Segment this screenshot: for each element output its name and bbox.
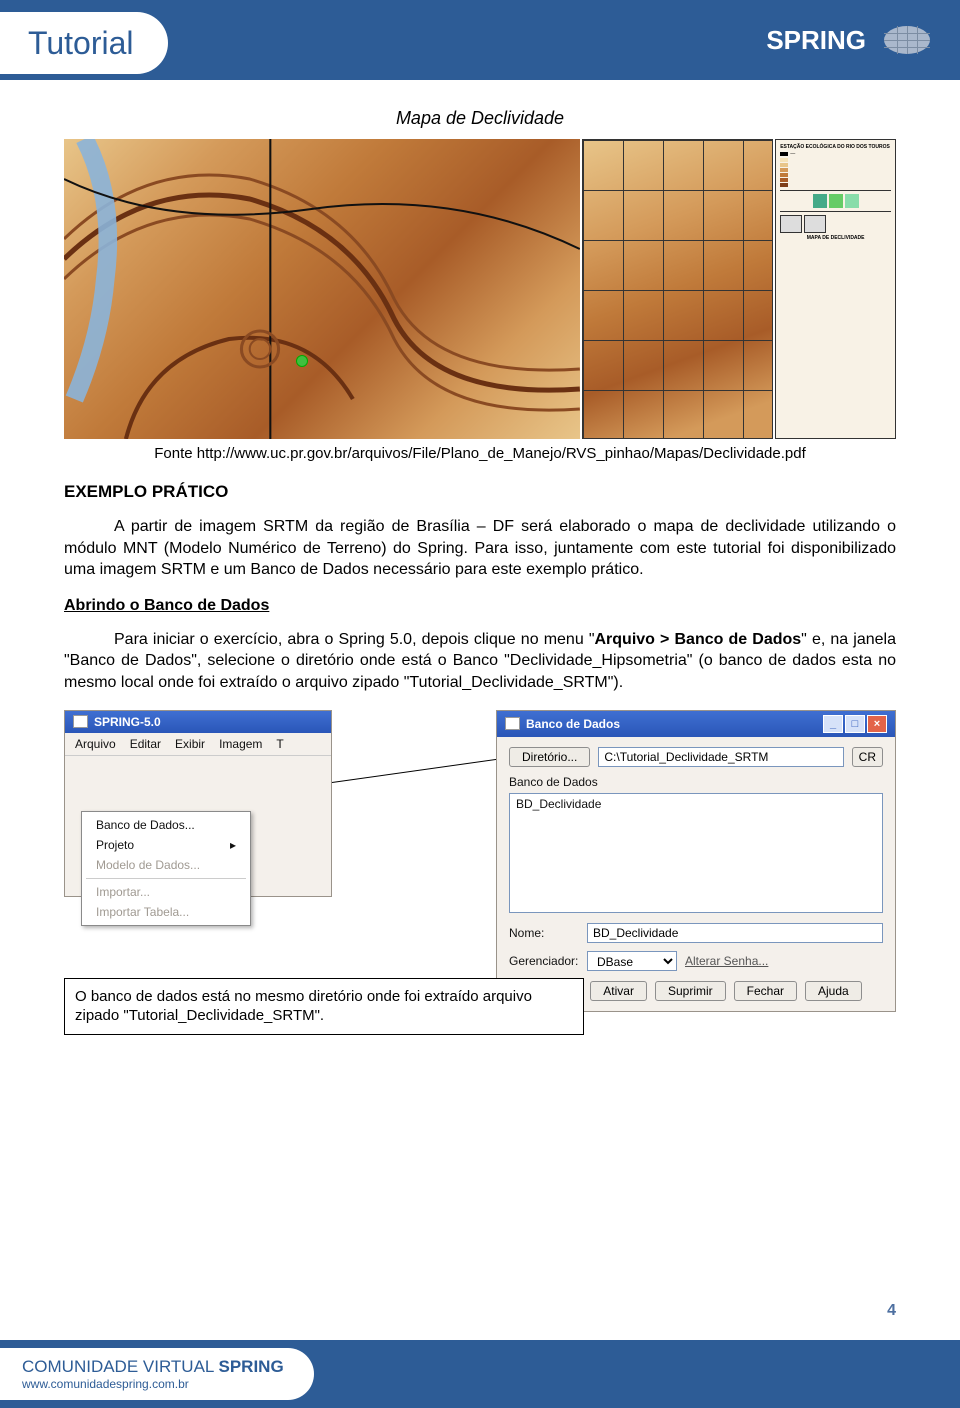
menu-exibir[interactable]: Exibir (175, 737, 205, 751)
map-overview-panel (582, 139, 773, 439)
bd-list-item[interactable]: BD_Declividade (516, 797, 876, 811)
close-icon[interactable]: × (867, 715, 887, 733)
page-content: Mapa de Declividade ESTAÇÃO ECOLÓGICA DO… (0, 80, 960, 1110)
dialog-body: Diretório... CR Banco de Dados BD_Decliv… (497, 737, 895, 1011)
maximize-icon[interactable]: □ (845, 715, 865, 733)
app-titlebar: SPRING-5.0 (65, 711, 331, 733)
ajuda-button[interactable]: Ajuda (805, 981, 862, 1001)
mi-banco-dados[interactable]: Banco de Dados... (82, 815, 250, 835)
screenshot-area: SPRING-5.0 Arquivo Editar Exibir Imagem … (64, 710, 896, 1110)
mi-importar: Importar... (82, 882, 250, 902)
figure-title: Mapa de Declividade (64, 108, 896, 129)
legend-footer: MAPA DE DECLIVIDADE (780, 235, 891, 241)
map-legend-panel: ESTAÇÃO ECOLÓGICA DO RIO DOS TOUROS — (775, 139, 896, 439)
map-marker-icon (296, 355, 308, 367)
footer-title: COMUNIDADE VIRTUAL SPRING (22, 1357, 284, 1377)
menu-imagem[interactable]: Imagem (219, 737, 262, 751)
bd-listbox[interactable]: BD_Declividade (509, 793, 883, 913)
diretorio-button[interactable]: Diretório... (509, 747, 590, 767)
menu-arquivo[interactable]: Arquivo (75, 737, 116, 751)
nome-input[interactable] (587, 923, 883, 943)
dialog-titlebar: Banco de Dados _ □ × (497, 711, 895, 737)
minimize-icon[interactable]: _ (823, 715, 843, 733)
dialog-title: Banco de Dados (526, 717, 620, 731)
ativar-button[interactable]: Ativar (590, 981, 647, 1001)
nome-label: Nome: (509, 926, 579, 940)
menu-more[interactable]: T (276, 737, 283, 751)
footer-bar: COMUNIDADE VIRTUAL SPRING www.comunidade… (0, 1340, 960, 1408)
app-icon (73, 715, 88, 728)
alterar-senha-link[interactable]: Alterar Senha... (685, 954, 768, 968)
fechar-button[interactable]: Fechar (734, 981, 797, 1001)
map-main-panel (64, 139, 580, 439)
menu-editar[interactable]: Editar (130, 737, 161, 751)
section-heading: EXEMPLO PRÁTICO (64, 482, 896, 502)
suprimir-button[interactable]: Suprimir (655, 981, 726, 1001)
app-menubar: Arquivo Editar Exibir Imagem T (65, 733, 331, 756)
gerenciador-select[interactable]: DBase (587, 951, 677, 971)
mi-projeto[interactable]: Projeto▸ (82, 835, 250, 855)
paragraph-1: A partir de imagem SRTM da região de Bra… (64, 516, 896, 581)
figure-caption: Fonte http://www.uc.pr.gov.br/arquivos/F… (64, 445, 896, 462)
paragraph-2: Para iniciar o exercício, abra o Spring … (64, 629, 896, 694)
map-figure: ESTAÇÃO ECOLÓGICA DO RIO DOS TOUROS — (64, 139, 896, 439)
app-title: SPRING-5.0 (94, 715, 161, 729)
sub-heading: Abrindo o Banco de Dados (64, 597, 896, 615)
globe-icon (884, 26, 930, 54)
legend-header: ESTAÇÃO ECOLÓGICA DO RIO DOS TOUROS (780, 144, 891, 150)
header-right: SPRING (766, 25, 930, 56)
spring-brand: SPRING (766, 25, 866, 56)
spring-app-window: SPRING-5.0 Arquivo Editar Exibir Imagem … (64, 710, 332, 897)
header-left-pill: Tutorial (0, 12, 168, 74)
banco-dados-dialog: Banco de Dados _ □ × Diretório... CR Ban… (496, 710, 896, 1012)
bd-label: Banco de Dados (509, 775, 883, 789)
diretorio-input[interactable] (598, 747, 843, 767)
dialog-icon (505, 717, 520, 730)
callout-box: O banco de dados está no mesmo diretório… (64, 978, 584, 1035)
gerenciador-label: Gerenciador: (509, 954, 579, 968)
cr-button[interactable]: CR (852, 747, 883, 767)
header-bar: Tutorial SPRING (0, 0, 960, 80)
mi-modelo-dados: Modelo de Dados... (82, 855, 250, 875)
tutorial-title: Tutorial (28, 25, 134, 62)
arquivo-dropdown: Banco de Dados... Projeto▸ Modelo de Dad… (81, 811, 251, 926)
mi-importar-tabela: Importar Tabela... (82, 902, 250, 922)
page-number: 4 (887, 1302, 896, 1320)
menu-separator (86, 878, 246, 879)
footer-url: www.comunidadespring.com.br (22, 1377, 284, 1391)
footer-pill: COMUNIDADE VIRTUAL SPRING www.comunidade… (0, 1348, 314, 1400)
